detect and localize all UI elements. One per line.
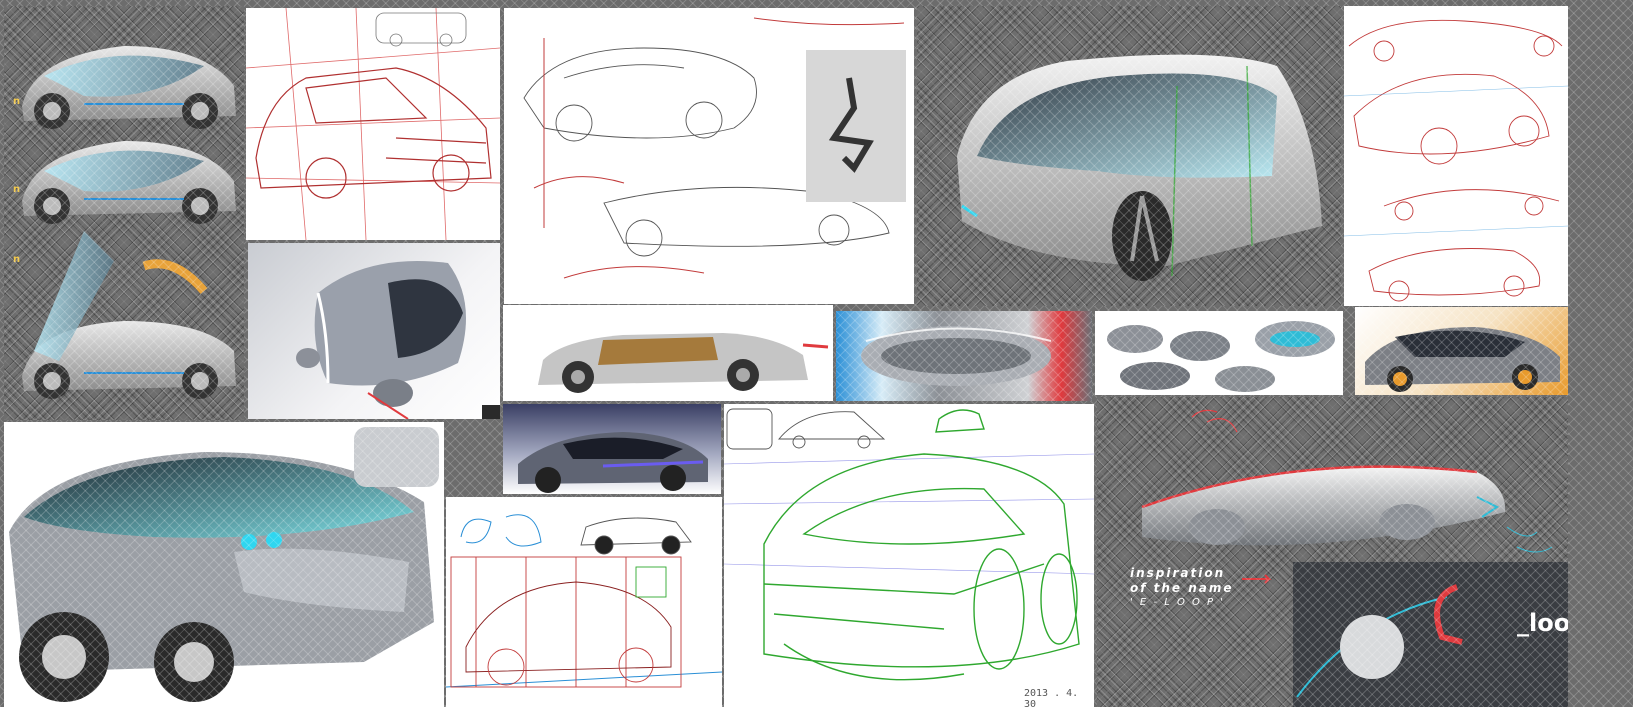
panel-main-e-loop-render [917, 6, 1341, 306]
red-hatchback-drawing [246, 8, 500, 240]
pod-render-drawing [296, 261, 466, 419]
panel-red-hatchback-sketch [246, 8, 500, 240]
roadster-drawings [1344, 19, 1568, 302]
orange-suv-drawing [1365, 327, 1560, 392]
panel-orange-suv-render [1355, 307, 1568, 395]
panel-surface-study [836, 311, 1092, 401]
green-suv-drawing [724, 408, 1094, 681]
pickup-drawing [538, 333, 829, 393]
panel-sports-car-sketch [504, 8, 914, 304]
caption-line-1: inspiration [1130, 566, 1226, 580]
panel-pickup-render [503, 305, 833, 401]
offroad-drawing [9, 427, 439, 702]
panel-capsule-concept: inspiration of the name ' E - L O O P ' … [1097, 397, 1568, 707]
panel-component-studies [1095, 311, 1343, 395]
panel-crossover-render [503, 404, 721, 494]
side-view-sketches [22, 46, 236, 399]
component-studies-drawing [1107, 321, 1335, 392]
panel-side-view-stack: n n n [4, 6, 244, 420]
sketch-date-note: 2013 . 4. 30 [1024, 688, 1079, 707]
loop-wordmark: _loop [1517, 609, 1568, 637]
capsule-drawing [1141, 409, 1568, 707]
e-loop-front-render [957, 54, 1322, 281]
surface-study-drawing [861, 326, 1052, 386]
panel-green-suv-sketch: 2013 . 4. 30 [724, 404, 1094, 707]
caption-line-3: ' E - L O O P ' [1130, 597, 1226, 608]
sketch-collage-board: n n n 2013 . 4. 30 inspiration of the na… [0, 0, 1633, 707]
panel-pod-render [248, 243, 500, 419]
panel-line-sketches [446, 497, 722, 707]
caption-line-2: of the name [1130, 581, 1234, 595]
crossover-drawing [518, 432, 708, 493]
small-badge [482, 405, 500, 419]
panel-offroad-render [4, 422, 444, 707]
line-sketches-drawing [446, 514, 722, 688]
sports-car-drawing [523, 17, 906, 279]
panel-red-roadster-sketches [1344, 6, 1568, 306]
